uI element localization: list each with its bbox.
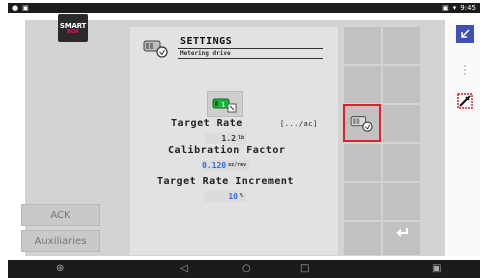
ack-button[interactable]: ACK xyxy=(21,204,100,226)
settings-title: SETTINGS xyxy=(180,36,233,47)
target-rate-value[interactable]: 1.2 lb xyxy=(205,133,247,144)
softkey-4-1[interactable] xyxy=(344,144,381,181)
title-rule xyxy=(178,48,323,49)
softkey-1-1[interactable] xyxy=(344,27,381,64)
minimize-button[interactable] xyxy=(456,25,474,43)
softkey-1-2[interactable] xyxy=(383,27,420,64)
wifi-icon: ▾ xyxy=(452,4,457,12)
more-dots-icon xyxy=(464,65,466,75)
disabled-pencil-icon xyxy=(457,93,473,109)
android-icon[interactable]: ⊛ xyxy=(56,262,64,276)
disable-button[interactable] xyxy=(456,92,474,110)
clock: 9:45 xyxy=(460,4,476,12)
softkey-4-2[interactable] xyxy=(383,144,420,181)
calibration-factor-label: Calibration Factor xyxy=(168,145,286,156)
softkey-3-2[interactable] xyxy=(383,105,420,142)
metering-drive-softkey-icon xyxy=(350,116,373,132)
target-rate-label: Target Rate xyxy=(171,118,243,129)
recents-square-icon[interactable]: □ xyxy=(300,262,309,276)
metering-drive-icon xyxy=(143,40,168,58)
screenshot-icon[interactable]: ▣ xyxy=(432,262,441,276)
softkey-2-2[interactable] xyxy=(383,66,420,103)
notification-square-icon: ▣ xyxy=(22,4,29,12)
subtitle-rule xyxy=(178,58,323,59)
home-circle-icon[interactable]: ○ xyxy=(242,262,251,276)
target-rate-increment-label: Target Rate Increment xyxy=(157,176,294,187)
metering-drive-softkey[interactable] xyxy=(343,104,381,142)
arrow-down-left-icon xyxy=(461,29,470,38)
green-metering-icon: 1 xyxy=(212,98,237,113)
target-rate-unit-hint: [.../ac] xyxy=(280,120,318,128)
smartbox-logo: SMART BOX xyxy=(58,14,88,42)
settings-panel: SETTINGS Metering drive 1 Target Rate [.… xyxy=(130,27,338,255)
target-rate-increment-value[interactable]: 10% xyxy=(204,191,246,202)
status-bar: ● ▣ ▣ ▾ 9:45 xyxy=(8,3,480,13)
softkey-6-1[interactable] xyxy=(344,222,381,255)
metering-unit-button[interactable]: 1 xyxy=(207,91,243,117)
calibration-factor-value[interactable]: 0.120 oz/rev xyxy=(202,160,249,171)
softkey-5-2[interactable] xyxy=(383,183,420,220)
auxiliaries-button[interactable]: Auxiliaries xyxy=(21,230,100,252)
more-options-button[interactable] xyxy=(456,61,474,79)
screen-cast-icon: ▣ xyxy=(442,4,449,12)
right-column xyxy=(448,20,480,256)
settings-subtitle: Metering drive xyxy=(180,50,231,57)
return-arrow-icon[interactable] xyxy=(396,224,410,238)
svg-text:1: 1 xyxy=(221,101,225,109)
softkey-5-1[interactable] xyxy=(344,183,381,220)
back-triangle-icon[interactable]: ◁ xyxy=(180,262,188,276)
softkey-2-1[interactable] xyxy=(344,66,381,103)
notification-dot-icon: ● xyxy=(12,4,19,12)
